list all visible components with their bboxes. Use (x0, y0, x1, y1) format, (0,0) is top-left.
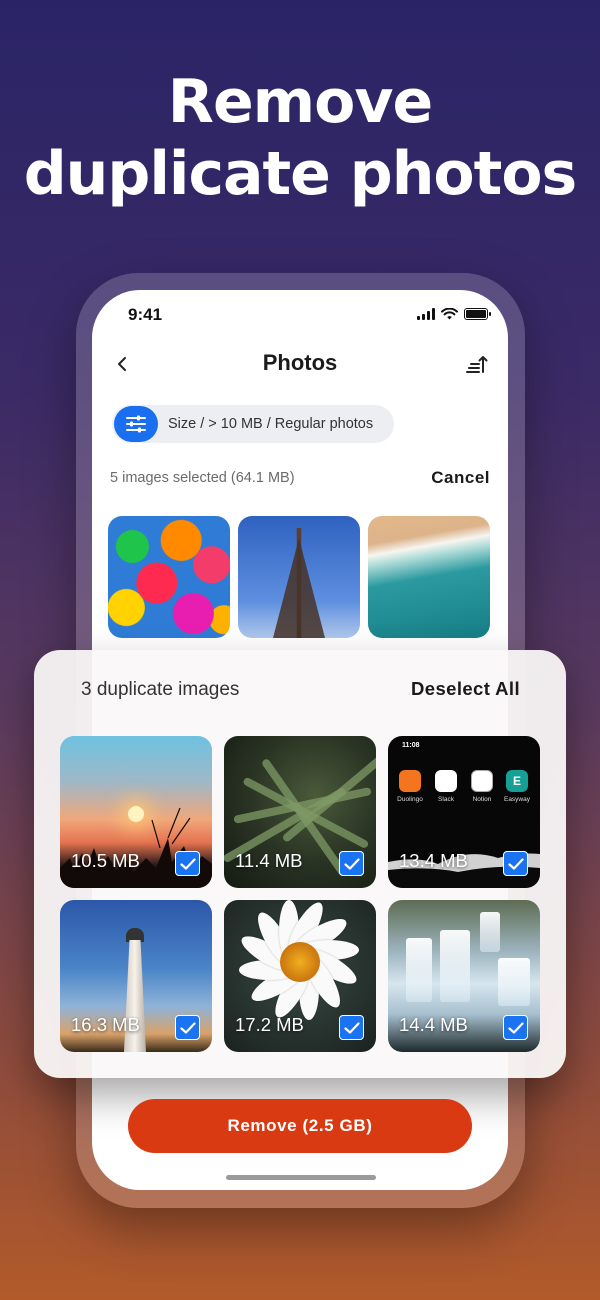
filter-chip[interactable]: Size / > 10 MB / Regular photos (112, 405, 394, 443)
sort-icon (466, 356, 488, 373)
duplicate-photo-waterfall[interactable]: 14.4 MB (388, 900, 540, 1052)
photo-size: 17.2 MB (235, 1014, 304, 1035)
page-title: Photos (262, 350, 338, 375)
photo-size: 13.4 MB (399, 850, 468, 871)
checkbox-checked-icon[interactable] (339, 1015, 364, 1040)
duplicate-photo-screenshot[interactable]: 11:08 E Duolingo Slack Notion Easyway 13… (388, 736, 540, 888)
headline-line-2: duplicate photos (23, 139, 578, 209)
wifi-icon (441, 308, 458, 320)
easyway-app-icon: E (506, 770, 528, 792)
checkbox-checked-icon[interactable] (339, 851, 364, 876)
checkbox-checked-icon[interactable] (503, 1015, 528, 1040)
photo-size: 14.4 MB (399, 1014, 468, 1035)
nav-bar: Photos (92, 346, 508, 382)
headline-line-1: Remove (167, 67, 433, 137)
status-time: 9:41 (128, 305, 163, 324)
remove-button[interactable]: Remove (2.5 GB) (128, 1099, 472, 1153)
selection-summary: 5 images selected (64.1 MB) (110, 470, 295, 486)
duolingo-app-icon (399, 770, 421, 792)
duplicate-photo-fern[interactable]: 11.4 MB (224, 736, 376, 888)
selection-row: 5 images selected (64.1 MB) Cancel (110, 468, 490, 492)
photo-size: 11.4 MB (235, 850, 303, 871)
eiffel-tower-photo[interactable] (238, 516, 360, 638)
battery-icon (464, 308, 491, 320)
sort-button[interactable] (462, 350, 490, 378)
filter-sliders-icon (114, 406, 158, 442)
headline: Remove duplicate photos (0, 66, 600, 210)
cellular-signal-icon (417, 308, 435, 320)
app-label: Duolingo (397, 796, 423, 803)
duplicates-grid: 10.5 MB 11.4 MB 11:08 E Duolingo Slack N (60, 736, 540, 1052)
duplicates-card: 3 duplicate images Deselect All 10.5 MB … (34, 650, 566, 1078)
checkbox-checked-icon[interactable] (503, 851, 528, 876)
checkbox-checked-icon[interactable] (175, 851, 200, 876)
photo-size: 16.3 MB (71, 1014, 140, 1035)
status-bar: 9:41 (92, 290, 508, 346)
home-indicator (226, 1175, 376, 1180)
screenshot-time: 11:08 (402, 742, 420, 749)
duplicate-photo-daisy[interactable]: 17.2 MB (224, 900, 376, 1052)
app-label: Slack (438, 796, 454, 803)
duplicates-header: 3 duplicate images Deselect All (81, 678, 520, 704)
status-icons (417, 308, 491, 320)
filter-label: Size / > 10 MB / Regular photos (168, 416, 374, 432)
cancel-button[interactable]: Cancel (431, 468, 490, 488)
app-label: Notion (472, 796, 492, 803)
checkbox-checked-icon[interactable] (175, 1015, 200, 1040)
photo-thumbnails-row (108, 516, 490, 638)
duplicates-count: 3 duplicate images (81, 679, 240, 700)
slack-app-icon (435, 770, 457, 792)
beach-photo[interactable] (368, 516, 490, 638)
notion-app-icon (471, 770, 493, 792)
duplicate-photo-lighthouse[interactable]: 16.3 MB (60, 900, 212, 1052)
deselect-all-button[interactable]: Deselect All (411, 678, 520, 700)
photo-size: 10.5 MB (71, 850, 140, 871)
app-label: Easyway (503, 796, 530, 803)
duplicate-photo-sunset[interactable]: 10.5 MB (60, 736, 212, 888)
umbrellas-photo[interactable] (108, 516, 230, 638)
